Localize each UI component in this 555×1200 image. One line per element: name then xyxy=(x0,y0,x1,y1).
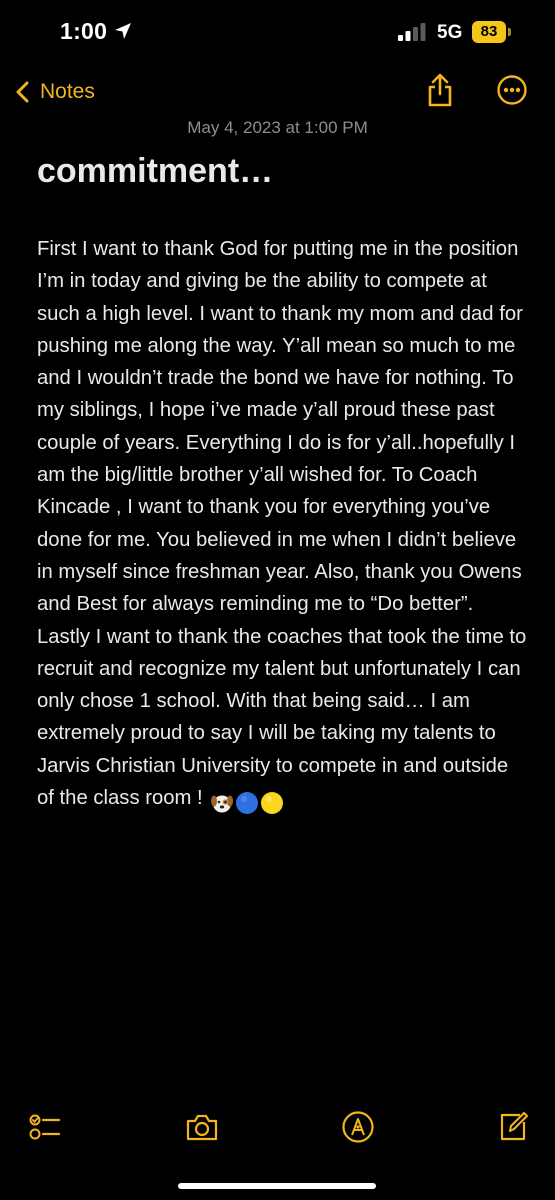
battery-indicator: 83 xyxy=(472,21,506,43)
yellow-circle-icon xyxy=(261,791,284,814)
status-time: 1:00 xyxy=(60,18,108,44)
emoji-row xyxy=(210,786,285,818)
markup-pen-icon[interactable] xyxy=(341,1110,375,1144)
note-title[interactable]: commitment… xyxy=(37,152,273,191)
checklist-icon[interactable] xyxy=(27,1110,61,1144)
more-options-icon[interactable] xyxy=(496,74,528,106)
location-arrow-icon xyxy=(115,23,131,39)
blue-circle-icon xyxy=(236,791,259,814)
chevron-left-icon xyxy=(16,81,29,103)
nav-bar: Notes xyxy=(0,70,555,114)
back-label: Notes xyxy=(40,80,95,103)
cellular-signal-icon xyxy=(398,23,426,41)
battery-tip xyxy=(508,28,511,36)
network-type: 5G xyxy=(437,22,463,43)
back-button[interactable]: Notes xyxy=(14,76,95,108)
compose-icon[interactable] xyxy=(496,1110,530,1144)
home-indicator xyxy=(178,1183,376,1189)
note-body-text: First I want to thank God for putting me… xyxy=(37,238,527,810)
share-icon[interactable] xyxy=(424,72,456,108)
note-body[interactable]: First I want to thank God for putting me… xyxy=(37,233,527,818)
status-bar: 1:00 5G 83 xyxy=(0,0,555,70)
bottom-toolbar xyxy=(0,1106,555,1150)
dog-face-icon xyxy=(211,795,234,813)
camera-icon[interactable] xyxy=(185,1110,219,1144)
note-date: May 4, 2023 at 1:00 PM xyxy=(187,118,368,137)
